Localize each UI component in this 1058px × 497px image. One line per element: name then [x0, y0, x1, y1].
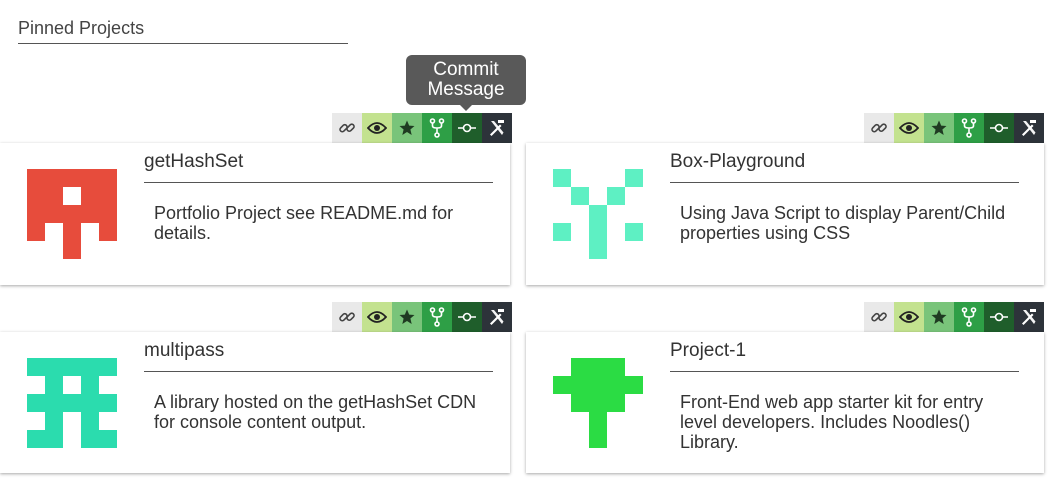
- star-icon: [931, 120, 947, 135]
- pinned-projects-page: Pinned Projects Commit Message getHashSe…: [0, 0, 1058, 497]
- project-toolbar: [864, 113, 1044, 143]
- eye-icon: [899, 122, 919, 134]
- watch-button[interactable]: [362, 302, 392, 332]
- fork-button[interactable]: [422, 302, 452, 332]
- star-icon: [399, 309, 415, 324]
- fork-icon: [961, 118, 977, 138]
- tools-icon: [1022, 120, 1036, 136]
- tools-button[interactable]: [1014, 113, 1044, 143]
- project-card[interactable]: Box-Playground Using Java Script to disp…: [526, 143, 1044, 285]
- star-button[interactable]: [924, 302, 954, 332]
- fork-button[interactable]: [954, 113, 984, 143]
- commit-button[interactable]: [984, 302, 1014, 332]
- project-toolbar: [332, 302, 512, 332]
- project-card[interactable]: multipass A library hosted on the getHas…: [0, 332, 510, 473]
- fork-icon: [961, 307, 977, 327]
- commit-button[interactable]: [452, 113, 482, 143]
- project-toolbar: [332, 113, 512, 143]
- tooltip-line-1: Commit: [433, 59, 499, 80]
- eye-icon: [899, 311, 919, 323]
- project-avatar: [553, 169, 643, 259]
- project-title[interactable]: Box-Playground: [670, 151, 1019, 183]
- project-card[interactable]: getHashSet Portfolio Project see README.…: [0, 143, 510, 285]
- star-button[interactable]: [392, 302, 422, 332]
- link-icon: [871, 312, 887, 322]
- link-icon: [339, 123, 355, 133]
- watch-button[interactable]: [362, 113, 392, 143]
- project-description: Portfolio Project see README.md for deta…: [154, 203, 454, 243]
- commit-button[interactable]: [984, 113, 1014, 143]
- link-button[interactable]: [864, 302, 894, 332]
- watch-button[interactable]: [894, 302, 924, 332]
- link-button[interactable]: [332, 113, 362, 143]
- project-avatar: [553, 358, 643, 448]
- eye-icon: [367, 122, 387, 134]
- project-toolbar: [864, 302, 1044, 332]
- star-button[interactable]: [924, 113, 954, 143]
- project-title[interactable]: multipass: [144, 340, 493, 372]
- star-icon: [399, 120, 415, 135]
- commit-message-tooltip: Commit Message: [406, 55, 526, 111]
- link-button[interactable]: [332, 302, 362, 332]
- tools-icon: [1022, 309, 1036, 325]
- project-description: A library hosted on the getHashSet CDN f…: [154, 392, 477, 432]
- commit-icon: [990, 123, 1008, 133]
- project-avatar: [27, 358, 117, 448]
- star-button[interactable]: [392, 113, 422, 143]
- section-title: Pinned Projects: [18, 18, 348, 44]
- project-description: Front-End web app starter kit for entry …: [680, 392, 984, 452]
- star-icon: [931, 309, 947, 324]
- tools-button[interactable]: [482, 302, 512, 332]
- tools-button[interactable]: [1014, 302, 1044, 332]
- project-title[interactable]: Project-1: [670, 340, 1019, 372]
- project-title[interactable]: getHashSet: [144, 151, 493, 183]
- project-card[interactable]: Project-1 Front-End web app starter kit …: [526, 332, 1044, 473]
- watch-button[interactable]: [894, 113, 924, 143]
- tools-icon: [490, 309, 504, 325]
- tooltip-line-2: Message: [427, 79, 505, 100]
- commit-icon: [990, 312, 1008, 322]
- tools-icon: [490, 120, 504, 136]
- link-button[interactable]: [864, 113, 894, 143]
- fork-icon: [429, 118, 445, 138]
- eye-icon: [367, 311, 387, 323]
- commit-icon: [458, 123, 476, 133]
- project-description: Using Java Script to display Parent/Chil…: [680, 203, 1006, 243]
- link-icon: [871, 123, 887, 133]
- fork-button[interactable]: [954, 302, 984, 332]
- link-icon: [339, 312, 355, 322]
- commit-icon: [458, 312, 476, 322]
- fork-icon: [429, 307, 445, 327]
- project-avatar: [27, 169, 117, 259]
- tools-button[interactable]: [482, 113, 512, 143]
- fork-button[interactable]: [422, 113, 452, 143]
- commit-button[interactable]: [452, 302, 482, 332]
